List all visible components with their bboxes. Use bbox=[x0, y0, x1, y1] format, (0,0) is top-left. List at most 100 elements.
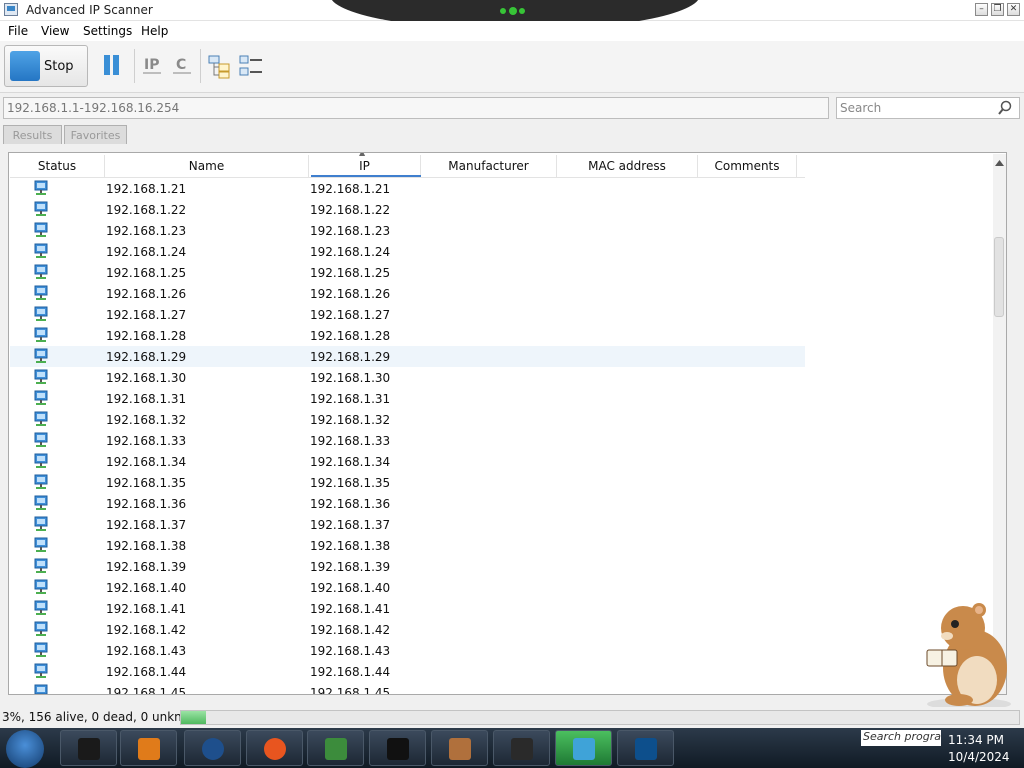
host-name-cell: 192.168.1.32 bbox=[106, 413, 187, 427]
host-alive-icon bbox=[34, 642, 48, 657]
host-alive-icon bbox=[34, 453, 48, 468]
table-row[interactable]: 192.168.1.24 192.168.1.24 bbox=[10, 241, 805, 262]
search-input[interactable] bbox=[836, 97, 1020, 119]
close-button[interactable]: ✕ bbox=[1007, 3, 1020, 16]
clock-date[interactable]: 10/4/2024 bbox=[948, 750, 1010, 764]
host-name-cell: 192.168.1.44 bbox=[106, 665, 187, 679]
host-ip-cell: 192.168.1.24 bbox=[310, 245, 391, 259]
taskbar-display-button[interactable] bbox=[493, 730, 550, 766]
table-row[interactable]: 192.168.1.27 192.168.1.27 bbox=[10, 304, 805, 325]
search-icon[interactable] bbox=[997, 100, 1013, 116]
taskbar-browser-globe-button[interactable] bbox=[184, 730, 241, 766]
table-row[interactable]: 192.168.1.42 192.168.1.42 bbox=[10, 619, 805, 640]
host-ip-cell: 192.168.1.25 bbox=[310, 266, 391, 280]
host-alive-icon bbox=[34, 327, 48, 342]
media-player-icon bbox=[138, 738, 160, 760]
column-mac-address[interactable]: MAC address bbox=[557, 155, 698, 177]
stop-label: Stop bbox=[44, 59, 74, 74]
list-collapse-icon bbox=[239, 55, 262, 76]
scrollbar-thumb[interactable] bbox=[994, 237, 1004, 317]
host-name-cell: 192.168.1.43 bbox=[106, 644, 187, 658]
host-alive-icon bbox=[34, 558, 48, 573]
table-row[interactable]: 192.168.1.36 192.168.1.36 bbox=[10, 493, 805, 514]
expand-all-button[interactable] bbox=[207, 53, 233, 79]
host-name-cell: 192.168.1.42 bbox=[106, 623, 187, 637]
table-row[interactable]: 192.168.1.35 192.168.1.35 bbox=[10, 472, 805, 493]
host-name-cell: 192.168.1.29 bbox=[106, 350, 187, 364]
table-row[interactable]: 192.168.1.40 192.168.1.40 bbox=[10, 577, 805, 598]
host-name-cell: 192.168.1.37 bbox=[106, 518, 187, 532]
table-row[interactable]: 192.168.1.38 192.168.1.38 bbox=[10, 535, 805, 556]
host-ip-cell: 192.168.1.31 bbox=[310, 392, 391, 406]
restore-button[interactable]: ❐ bbox=[991, 3, 1004, 16]
clock-time[interactable]: 11:34 PM bbox=[948, 733, 1004, 747]
column-ip[interactable]: IP bbox=[309, 155, 421, 177]
taskbar-terminal-button[interactable] bbox=[60, 730, 117, 766]
title-bar: Advanced IP Scanner – ❐ ✕ bbox=[0, 0, 1024, 30]
start-button[interactable] bbox=[6, 730, 44, 768]
taskbar-installer-button[interactable] bbox=[307, 730, 364, 766]
table-row[interactable]: 192.168.1.33 192.168.1.33 bbox=[10, 430, 805, 451]
table-row[interactable]: 192.168.1.29 192.168.1.29 bbox=[10, 346, 805, 367]
tab-results[interactable]: Results bbox=[3, 125, 62, 144]
taskbar-network-scanner-button[interactable] bbox=[555, 730, 612, 766]
menu-view[interactable]: View bbox=[41, 24, 69, 38]
host-ip-cell: 192.168.1.28 bbox=[310, 329, 391, 343]
host-name-cell: 192.168.1.22 bbox=[106, 203, 187, 217]
host-ip-cell: 192.168.1.42 bbox=[310, 623, 391, 637]
column-status[interactable]: Status bbox=[10, 155, 105, 177]
table-row[interactable]: 192.168.1.30 192.168.1.30 bbox=[10, 367, 805, 388]
taskbar-media-player-button[interactable] bbox=[120, 730, 177, 766]
host-alive-icon bbox=[34, 243, 48, 258]
minimize-button[interactable]: – bbox=[975, 3, 988, 16]
host-ip-cell: 192.168.1.36 bbox=[310, 497, 391, 511]
host-ip-cell: 192.168.1.44 bbox=[310, 665, 391, 679]
table-row[interactable]: 192.168.1.39 192.168.1.39 bbox=[10, 556, 805, 577]
tab-favorites[interactable]: Favorites bbox=[64, 125, 127, 144]
table-row[interactable]: 192.168.1.22 192.168.1.22 bbox=[10, 199, 805, 220]
stop-icon bbox=[10, 51, 40, 81]
menu-settings[interactable]: Settings bbox=[83, 24, 132, 38]
host-name-cell: 192.168.1.39 bbox=[106, 560, 187, 574]
taskbar-screen-button[interactable] bbox=[617, 730, 674, 766]
table-row[interactable]: 192.168.1.32 192.168.1.32 bbox=[10, 409, 805, 430]
scroll-up-icon[interactable] bbox=[994, 158, 1005, 168]
sort-ascending-icon: ▲ bbox=[359, 152, 366, 157]
table-row[interactable]: 192.168.1.44 192.168.1.44 bbox=[10, 661, 805, 682]
network-monitor-icon bbox=[387, 738, 409, 760]
table-row[interactable]: 192.168.1.23 192.168.1.23 bbox=[10, 220, 805, 241]
table-row[interactable]: 192.168.1.37 192.168.1.37 bbox=[10, 514, 805, 535]
table-row[interactable]: 192.168.1.45 192.168.1.45 bbox=[10, 682, 805, 694]
table-body: 192.168.1.21 192.168.1.21 192.168.1.22 192.… bbox=[10, 178, 805, 694]
table-row[interactable]: 192.168.1.34 192.168.1.34 bbox=[10, 451, 805, 472]
column-name[interactable]: Name bbox=[105, 155, 309, 177]
table-row[interactable]: 192.168.1.25 192.168.1.25 bbox=[10, 262, 805, 283]
taskbar-network-monitor-button[interactable] bbox=[369, 730, 426, 766]
scan-progress-bar bbox=[180, 710, 1020, 725]
menu-help[interactable]: Help bbox=[141, 24, 168, 38]
results-table: Status Name IP Manufacturer MAC address … bbox=[8, 152, 1007, 695]
collapse-all-button[interactable] bbox=[238, 53, 264, 79]
menu-file[interactable]: File bbox=[8, 24, 28, 38]
c-tool-button[interactable]: C bbox=[170, 53, 196, 79]
pause-button[interactable] bbox=[98, 53, 124, 79]
start-search-box[interactable]: Search progra bbox=[861, 730, 941, 746]
host-ip-cell: 192.168.1.33 bbox=[310, 434, 391, 448]
host-ip-cell: 192.168.1.22 bbox=[310, 203, 391, 217]
table-row[interactable]: 192.168.1.26 192.168.1.26 bbox=[10, 283, 805, 304]
table-row[interactable]: 192.168.1.41 192.168.1.41 bbox=[10, 598, 805, 619]
column-comments[interactable]: Comments bbox=[698, 155, 797, 177]
stop-button[interactable]: Stop bbox=[4, 45, 88, 87]
table-row[interactable]: 192.168.1.31 192.168.1.31 bbox=[10, 388, 805, 409]
table-row[interactable]: 192.168.1.28 192.168.1.28 bbox=[10, 325, 805, 346]
svg-text:C: C bbox=[176, 57, 186, 73]
terminal-icon bbox=[78, 738, 100, 760]
display-icon bbox=[511, 738, 533, 760]
column-manufacturer[interactable]: Manufacturer bbox=[421, 155, 557, 177]
taskbar-hamster-app-button[interactable] bbox=[431, 730, 488, 766]
ip-tool-button[interactable]: IP bbox=[140, 53, 166, 79]
taskbar-firefox-button[interactable] bbox=[246, 730, 303, 766]
table-row[interactable]: 192.168.1.43 192.168.1.43 bbox=[10, 640, 805, 661]
table-row[interactable]: 192.168.1.21 192.168.1.21 bbox=[10, 178, 805, 199]
ip-range-input[interactable] bbox=[3, 97, 829, 119]
